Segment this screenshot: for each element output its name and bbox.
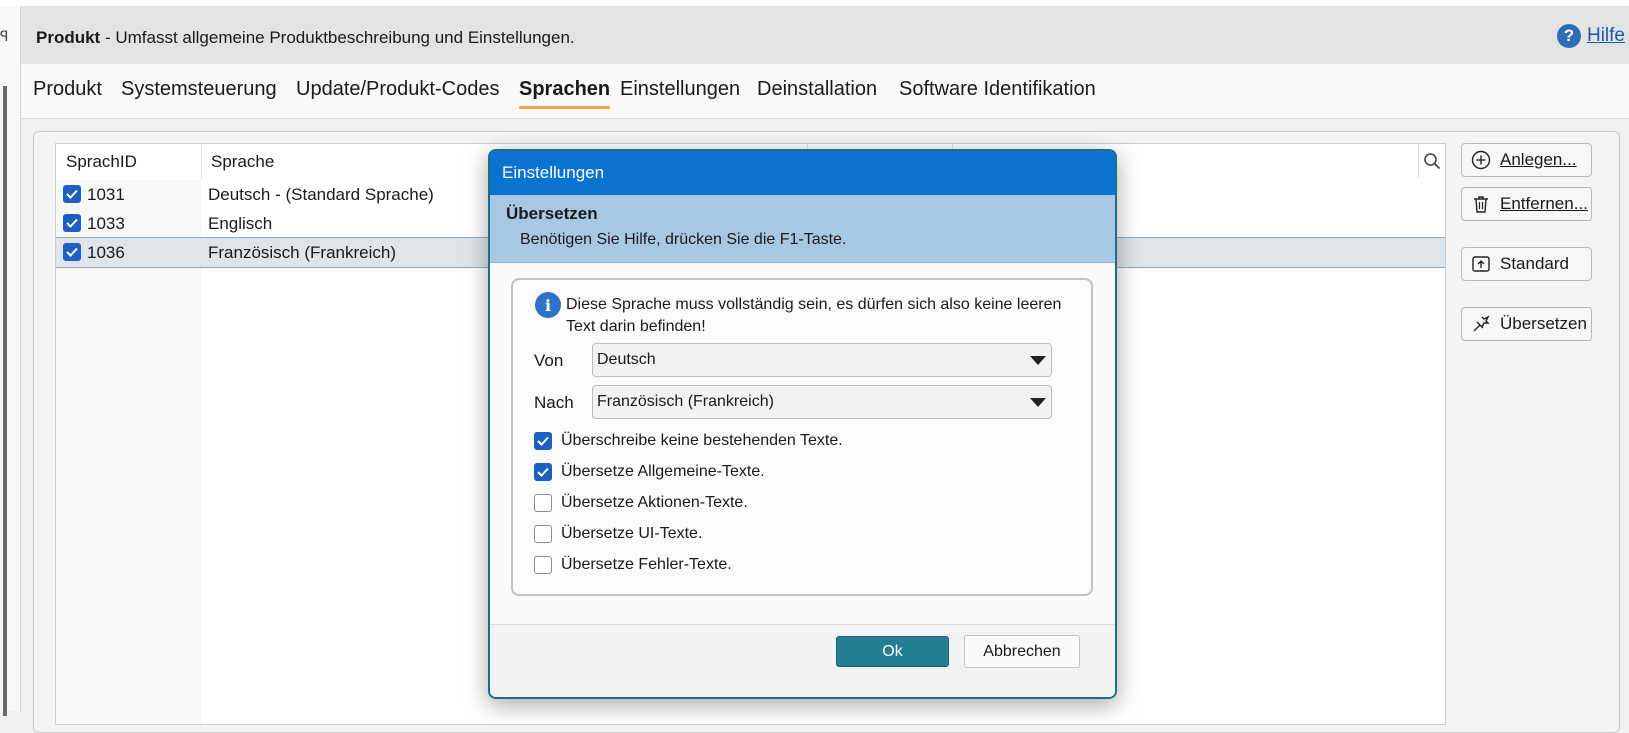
row-language: Englisch [208, 214, 273, 233]
checkbox-checked[interactable] [534, 463, 552, 481]
option-action-texts[interactable]: Übersetze Aktionen-Texte. [534, 492, 748, 514]
checkmark-icon [66, 218, 78, 228]
dialog-banner: Übersetzen Benötigen Sie Hilfe, drücken … [490, 195, 1115, 263]
checkmark-icon [66, 247, 78, 257]
to-label: Nach [534, 393, 574, 412]
tab-produkt[interactable]: Produkt [33, 78, 102, 101]
caret-down-icon [1030, 398, 1046, 407]
pin-icon: ꟼ [0, 28, 9, 44]
option-label: Übersetze Allgemeine-Texte. [561, 463, 765, 480]
create-button[interactable]: Anlegen... [1461, 143, 1592, 177]
upload-box-icon [1470, 253, 1492, 275]
row-id: 1033 [87, 214, 125, 233]
tab-update-produkt-codes[interactable]: Update/Produkt-Codes [296, 78, 499, 101]
page-title-bold: Produkt [36, 28, 101, 47]
page-title: Produkt - Umfasst allgemeine Produktbesc… [36, 28, 575, 48]
help-circle-icon: ? [1556, 24, 1581, 48]
remove-button-label: Entfernen... [1500, 194, 1588, 213]
column-separator [201, 144, 202, 180]
info-icon: i [535, 292, 561, 318]
checkbox-checked[interactable] [534, 432, 552, 450]
to-select[interactable]: Französisch (Frankreich) [592, 385, 1052, 419]
tab-software-identifikation[interactable]: Software Identifikation [899, 78, 1096, 101]
row-checkbox[interactable] [63, 185, 81, 203]
checkmark-icon [66, 189, 78, 199]
standard-button[interactable]: Standard [1461, 247, 1592, 281]
translate-button-label: Übersetzen [1500, 314, 1587, 333]
checkmark-icon [537, 436, 549, 446]
from-select-value: Deutsch [597, 351, 656, 368]
from-select[interactable]: Deutsch [592, 343, 1052, 377]
standard-button-label: Standard [1500, 254, 1569, 273]
option-label: Übersetze Aktionen-Texte. [561, 494, 748, 511]
create-button-label: Anlegen... [1500, 150, 1577, 169]
search-icon [1424, 153, 1441, 170]
option-general-texts[interactable]: Übersetze Allgemeine-Texte. [534, 461, 765, 483]
tab-deinstallation[interactable]: Deinstallation [757, 78, 877, 101]
trash-icon [1470, 193, 1492, 215]
tab-einstellungen[interactable]: Einstellungen [620, 78, 740, 101]
dialog-options-group: i Diese Sprache muss vollständig sein, e… [511, 278, 1093, 596]
checkmark-icon [537, 467, 549, 477]
cancel-button[interactable]: Abbrechen [964, 635, 1080, 668]
row-language: Französisch (Frankreich) [208, 243, 396, 262]
dialog-subtitle: Benötigen Sie Hilfe, drücken Sie die F1-… [520, 231, 847, 248]
option-label: Übersetze UI-Texte. [561, 525, 703, 542]
translate-icon [1470, 313, 1492, 335]
tab-bar: Produkt Systemsteuerung Update/Produkt-C… [21, 64, 1629, 119]
option-label: Übersetze Fehler-Texte. [561, 556, 732, 573]
page-title-description: - Umfasst allgemeine Produktbeschreibung… [100, 28, 575, 47]
checkbox-unchecked[interactable] [534, 556, 552, 574]
to-select-value: Französisch (Frankreich) [597, 393, 774, 410]
dialog-title: Einstellungen [490, 151, 1115, 195]
plus-circle-icon [1470, 149, 1492, 171]
row-id: 1036 [87, 243, 125, 262]
left-scrollbar[interactable] [3, 86, 7, 716]
column-header-sprachid[interactable]: SprachID [56, 144, 201, 180]
info-text: Diese Sprache muss vollständig sein, es … [566, 296, 1062, 335]
checkbox-unchecked[interactable] [534, 494, 552, 512]
column-header-sprache[interactable]: Sprache [201, 144, 451, 180]
option-error-texts[interactable]: Übersetze Fehler-Texte. [534, 554, 732, 576]
row-id: 1031 [87, 185, 125, 204]
row-checkbox[interactable] [63, 214, 81, 232]
caret-down-icon [1030, 356, 1046, 365]
dialog-heading: Übersetzen [506, 204, 598, 223]
grid-search-button[interactable] [1418, 144, 1445, 178]
option-ui-texts[interactable]: Übersetze UI-Texte. [534, 523, 702, 545]
dialog-footer: Ok Abbrechen [490, 624, 1115, 697]
ok-button[interactable]: Ok [836, 636, 949, 667]
from-label: Von [534, 351, 564, 370]
translate-button[interactable]: Übersetzen [1461, 307, 1592, 341]
page-header: Produkt - Umfasst allgemeine Produktbesc… [21, 6, 1629, 64]
left-panel-edge: ꟼ [0, 6, 21, 716]
tab-sprachen[interactable]: Sprachen [519, 78, 611, 109]
option-label: Überschreibe keine bestehenden Texte. [561, 432, 843, 449]
help-label: Hilfe [1586, 25, 1625, 46]
help-link[interactable]: ? Hilfe [1556, 24, 1625, 48]
option-no-overwrite[interactable]: Überschreibe keine bestehenden Texte. [534, 430, 843, 452]
checkbox-unchecked[interactable] [534, 525, 552, 543]
row-checkbox[interactable] [63, 243, 81, 261]
row-language: Deutsch - (Standard Sprache) [208, 185, 434, 204]
remove-button[interactable]: Entfernen... [1461, 187, 1592, 221]
tab-systemsteuerung[interactable]: Systemsteuerung [121, 78, 277, 101]
translate-dialog: Einstellungen Übersetzen Benötigen Sie H… [488, 149, 1117, 699]
